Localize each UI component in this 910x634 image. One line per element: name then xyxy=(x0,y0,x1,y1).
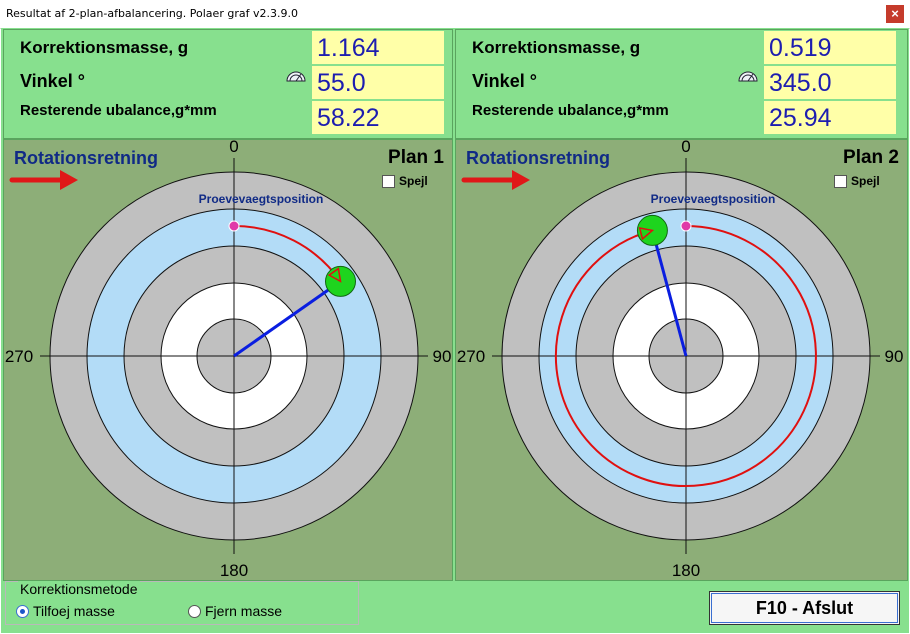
plane2-info-panel: Korrektionsmasse, g Vinkel ° Resterende … xyxy=(455,29,908,139)
group-title: Korrektionsmetode xyxy=(18,581,140,597)
residual-label: Resterende ubalance,g*mm xyxy=(472,102,669,119)
residual-value: 58.22 xyxy=(312,101,444,134)
remove-mass-label: Fjern masse xyxy=(205,603,283,619)
residual-value: 25.94 xyxy=(764,101,896,134)
rotation-direction-label: Rotationsretning xyxy=(14,148,158,168)
checkbox-box[interactable] xyxy=(834,174,847,188)
mass-value: 1.164 xyxy=(312,31,444,64)
mirror-checkbox[interactable]: Spejl xyxy=(382,174,428,188)
axis-label-90: 90 xyxy=(433,347,452,366)
radio-dot[interactable] xyxy=(188,604,201,618)
angle-label: Vinkel ° xyxy=(472,71,537,91)
exit-button[interactable]: F10 - Afslut xyxy=(709,591,900,625)
polar-graph: 0 90 180 270 Proevevaegtsposition xyxy=(5,140,452,580)
trial-weight-marker xyxy=(228,220,240,232)
correction-method-group: Korrektionsmetode Tilfoej masse Fjern ma… xyxy=(5,581,359,625)
trial-position-label: Proevevaegtsposition xyxy=(651,192,776,206)
plane1-info-panel: Korrektionsmasse, g Vinkel ° Resterende … xyxy=(3,29,453,139)
mirror-checkbox[interactable]: Spejl xyxy=(834,174,880,188)
plan-label: Plan 1 xyxy=(388,147,444,168)
angle-value: 345.0 xyxy=(764,66,896,99)
axis-label-180: 180 xyxy=(672,561,700,580)
axis-label-0: 0 xyxy=(229,140,238,156)
mass-label: Korrektionsmasse, g xyxy=(472,38,641,57)
protractor-icon xyxy=(286,71,306,82)
axis-label-180: 180 xyxy=(220,561,248,580)
remove-mass-radio[interactable]: Fjern masse xyxy=(188,603,282,619)
mirror-label: Spejl xyxy=(851,174,880,188)
mirror-label: Spejl xyxy=(399,174,428,188)
plane1-polar-plot: 0 90 180 270 Proevevaegtsposition Rotationsr… xyxy=(3,139,453,581)
window-title: Resultat af 2-plan-afbalancering. Polaer… xyxy=(6,7,298,20)
axis-label-270: 270 xyxy=(5,347,33,366)
rotation-arrow-head xyxy=(60,170,78,190)
title-bar: Resultat af 2-plan-afbalancering. Polaer… xyxy=(0,0,910,29)
mass-label: Korrektionsmasse, g xyxy=(20,38,189,57)
residual-label: Resterende ubalance,g*mm xyxy=(20,102,217,119)
trial-weight-marker xyxy=(680,220,692,232)
rotation-direction-label: Rotationsretning xyxy=(466,148,610,168)
angle-value: 55.0 xyxy=(312,66,444,99)
add-mass-radio[interactable]: Tilfoej masse xyxy=(16,603,115,619)
polar-graph: 0 90 180 270 Proevevaegtsposition xyxy=(457,140,904,580)
trial-position-label: Proevevaegtsposition xyxy=(199,192,324,206)
axis-label-90: 90 xyxy=(885,347,904,366)
plane2-polar-plot: 0 90 180 270 Proevevaegtsposition Rotationsr… xyxy=(455,139,908,581)
mass-value: 0.519 xyxy=(764,31,896,64)
rotation-arrow-head xyxy=(512,170,530,190)
close-button[interactable]: × xyxy=(886,5,904,23)
add-mass-label: Tilfoej masse xyxy=(33,603,115,619)
checkbox-box[interactable] xyxy=(382,174,395,188)
axis-label-0: 0 xyxy=(681,140,690,156)
axis-label-270: 270 xyxy=(457,347,485,366)
radio-dot[interactable] xyxy=(16,604,29,618)
plan-label: Plan 2 xyxy=(843,147,899,168)
protractor-icon xyxy=(738,71,758,82)
angle-label: Vinkel ° xyxy=(20,71,85,91)
